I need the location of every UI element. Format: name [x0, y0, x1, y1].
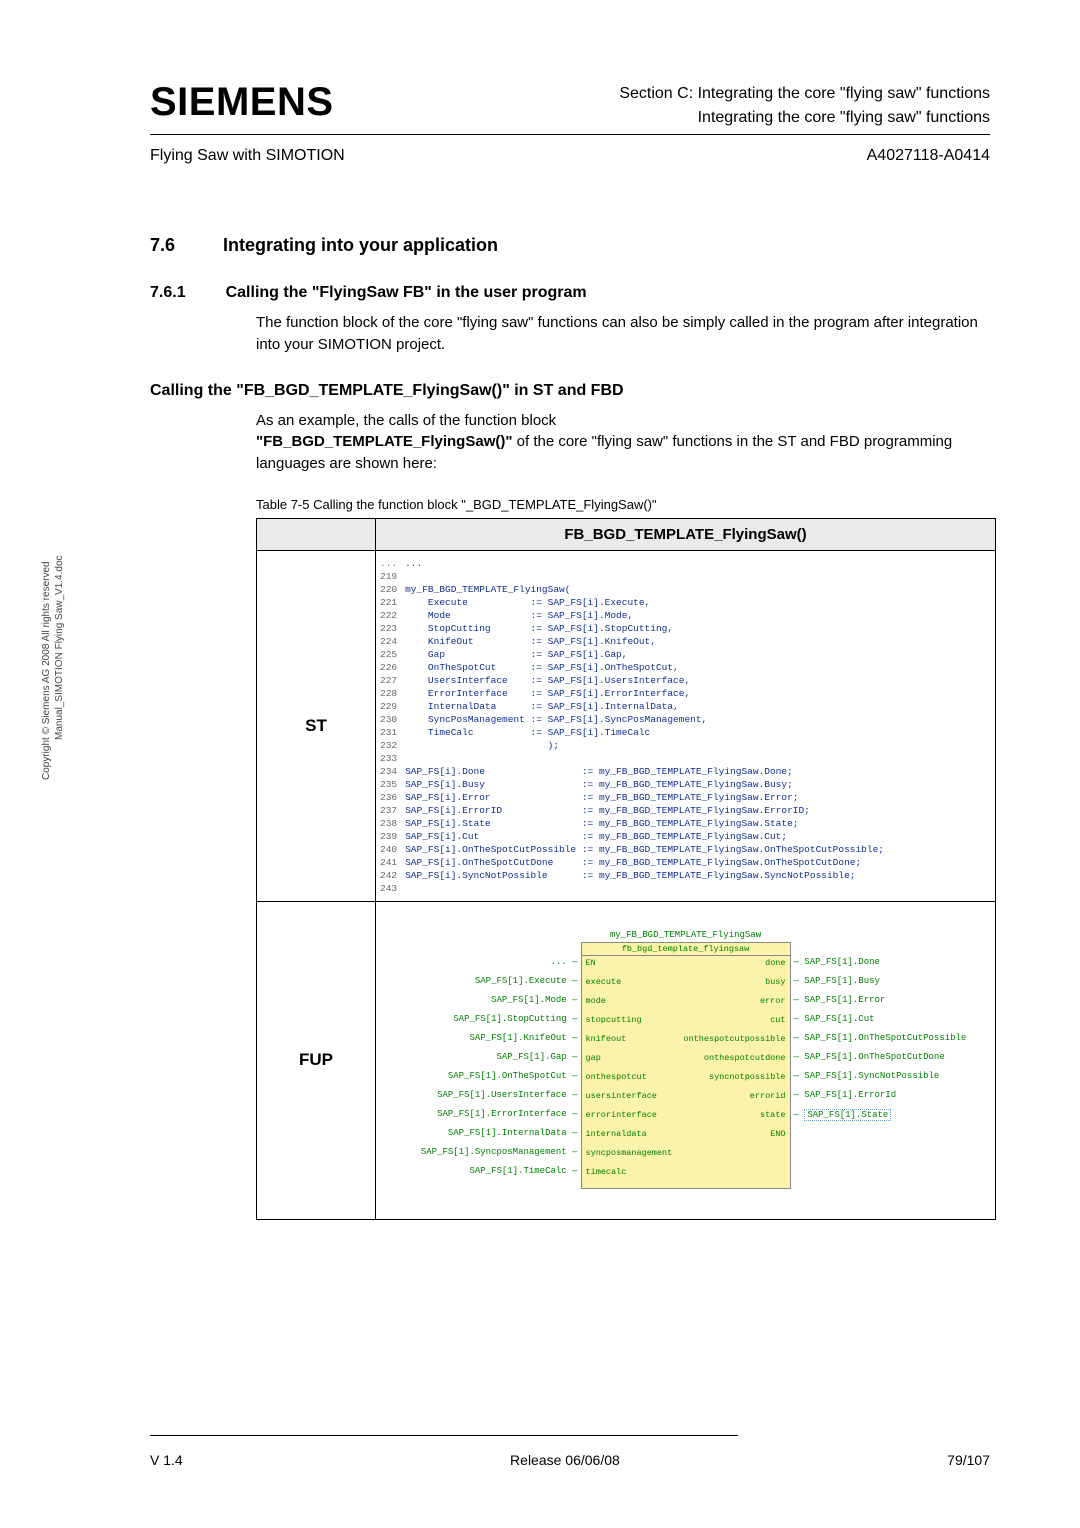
row-label-st: ST [257, 550, 376, 901]
heading-1-num: 7.6 [150, 235, 175, 256]
footer-right: 79/107 [947, 1452, 990, 1468]
fup-wire-left: SAP_FS[1].ErrorInterface — [437, 1109, 577, 1119]
fup-wire-left: SAP_FS[1].OnTheSpotCut — [448, 1071, 578, 1081]
fup-ports: EN execute mode stopcutting knifeout gap onthe… [582, 956, 790, 1179]
fup-port-left: knifeout [586, 1034, 673, 1044]
fup-wire-right: — SAP_FS[1].SyncNotPossible [794, 1071, 940, 1081]
heading-1: 7.6 Integrating into your application [150, 235, 990, 256]
fup-wire-right: — SAP_FS[1].State [794, 1109, 892, 1121]
heading-2-title: Calling the "FlyingSaw FB" in the user p… [226, 284, 587, 302]
st-gutter: ... 219 220 221 222 223 224 225 226 227 … [380, 557, 405, 895]
fup-port-left: internaldata [586, 1129, 673, 1139]
st-code-body: ... my_FB_BGD_TEMPLATE_FlyingSaw( Execut… [405, 557, 884, 895]
heading-3: Calling the "FB_BGD_TEMPLATE_FlyingSaw()… [150, 382, 990, 400]
code-table: FB_BGD_TEMPLATE_FlyingSaw() ST ... 219 2… [256, 518, 996, 1220]
fup-port-left: usersinterface [586, 1091, 673, 1101]
page-header: SIEMENS Section C: Integrating the core … [150, 80, 990, 135]
fup-port-right: onthespotcutdone [704, 1053, 786, 1063]
fup-wire-left: SAP_FS[1].UsersInterface — [437, 1090, 577, 1100]
fup-function-block: fb_bgd_template_flyingsaw EN execute mode s… [581, 942, 791, 1189]
fup-port-left: gap [586, 1053, 673, 1063]
fup-wire-right: — SAP_FS[1].Busy [794, 976, 880, 986]
table-header-blank [257, 518, 376, 550]
page-footer: V 1.4 Release 06/06/08 79/107 [150, 1435, 990, 1468]
header-line2: Integrating the core "flying saw" functi… [362, 106, 990, 130]
fup-port-left: onthespotcut [586, 1072, 673, 1082]
st-code-listing: ... 219 220 221 222 223 224 225 226 227 … [376, 551, 995, 901]
body-paragraph-2: As an example, the calls of the function… [256, 410, 990, 475]
body2-bold: "FB_BGD_TEMPLATE_FlyingSaw()" [256, 433, 512, 450]
fup-port-right: error [760, 996, 786, 1006]
copyright-sidebar: Copyright © Siemens AG 2008 All rights r… [40, 555, 66, 780]
fup-port-right: errorid [750, 1091, 786, 1101]
table-row: ST ... 219 220 221 222 223 224 225 226 2… [257, 550, 996, 901]
fup-wire-left: SAP_FS[1].TimeCalc — [469, 1166, 577, 1176]
fup-port-right: syncnotpossible [709, 1072, 786, 1082]
brand-logo: SIEMENS [150, 80, 334, 125]
body2a: As an example, the calls of the function… [256, 412, 556, 429]
fup-wire-left: SAP_FS[1].SyncposManagement — [421, 1147, 578, 1157]
heading-2: 7.6.1 Calling the "FlyingSaw FB" in the … [150, 284, 990, 302]
fup-port-right: state [760, 1110, 786, 1120]
table-row: FUP my_FB_BGD_TEMPLATE_FlyingSaw fb_bgd_… [257, 901, 996, 1219]
sub-header: Flying Saw with SIMOTION A4027118-A0414 [150, 147, 990, 165]
heading-2-num: 7.6.1 [150, 284, 186, 302]
fup-wire-right: — SAP_FS[1].Cut [794, 1014, 875, 1024]
fup-port-left: timecalc [586, 1167, 673, 1177]
copyright-line1: Copyright © Siemens AG 2008 All rights r… [41, 561, 52, 780]
subheader-right: A4027118-A0414 [867, 147, 990, 165]
fup-wire-left: SAP_FS[1].Execute — [475, 976, 578, 986]
fup-port-left: errorinterface [586, 1110, 673, 1120]
footer-rule [150, 1435, 738, 1436]
fup-wire-right: — SAP_FS[1].OnTheSpotCutDone [794, 1052, 945, 1062]
fup-wire-left: SAP_FS[1].Gap — [496, 1052, 577, 1062]
fup-wire-left: SAP_FS[1].StopCutting — [453, 1014, 577, 1024]
fup-wire-right: — SAP_FS[1].Error [794, 995, 886, 1005]
fup-port-right: ENO [770, 1129, 785, 1139]
heading-1-title: Integrating into your application [223, 235, 498, 256]
fup-diagram: my_FB_BGD_TEMPLATE_FlyingSaw fb_bgd_temp… [376, 902, 995, 1219]
fup-wire-left: SAP_FS[1].InternalData — [448, 1128, 578, 1138]
fup-port-right: busy [765, 977, 785, 987]
fup-block-type: fb_bgd_template_flyingsaw [582, 943, 790, 956]
fup-diagram-cell: my_FB_BGD_TEMPLATE_FlyingSaw fb_bgd_temp… [376, 901, 996, 1219]
st-code-cell: ... 219 220 221 222 223 224 225 226 227 … [376, 550, 996, 901]
fup-wire-right: — SAP_FS[1].OnTheSpotCutPossible [794, 1033, 967, 1043]
fup-wire-left: SAP_FS[1].KnifeOut — [469, 1033, 577, 1043]
footer-center: Release 06/06/08 [510, 1452, 620, 1468]
fup-wire-left: SAP_FS[1].Mode — [491, 995, 577, 1005]
fup-port-left: execute [586, 977, 673, 987]
header-line1: Section C: Integrating the core "flying … [362, 82, 990, 106]
fup-port-right: done [765, 958, 785, 968]
fup-wire-left: ... — [550, 957, 577, 967]
copyright-line2: Manual_SIMOTION Flying Saw_V1.4.doc [54, 555, 65, 780]
subheader-left: Flying Saw with SIMOTION [150, 147, 345, 165]
fup-port-left: syncposmanagement [586, 1148, 673, 1158]
table-caption: Table 7-5 Calling the function block "_B… [256, 497, 990, 512]
fup-port-left: mode [586, 996, 673, 1006]
fup-instance-name: my_FB_BGD_TEMPLATE_FlyingSaw [396, 930, 976, 940]
fup-port-left: stopcutting [586, 1015, 673, 1025]
footer-left: V 1.4 [150, 1452, 183, 1468]
fup-port-right: onthespotcutpossible [683, 1034, 785, 1044]
table-header-fb: FB_BGD_TEMPLATE_FlyingSaw() [376, 518, 996, 550]
fup-wire-right: — SAP_FS[1].Done [794, 957, 880, 967]
header-section-title: Section C: Integrating the core "flying … [362, 80, 990, 130]
fup-port-left: EN [586, 958, 673, 968]
fup-port-right: cut [770, 1015, 785, 1025]
row-label-fup: FUP [257, 901, 376, 1219]
body-paragraph-1: The function block of the core "flying s… [256, 312, 990, 356]
fup-wire-right: — SAP_FS[1].ErrorId [794, 1090, 897, 1100]
